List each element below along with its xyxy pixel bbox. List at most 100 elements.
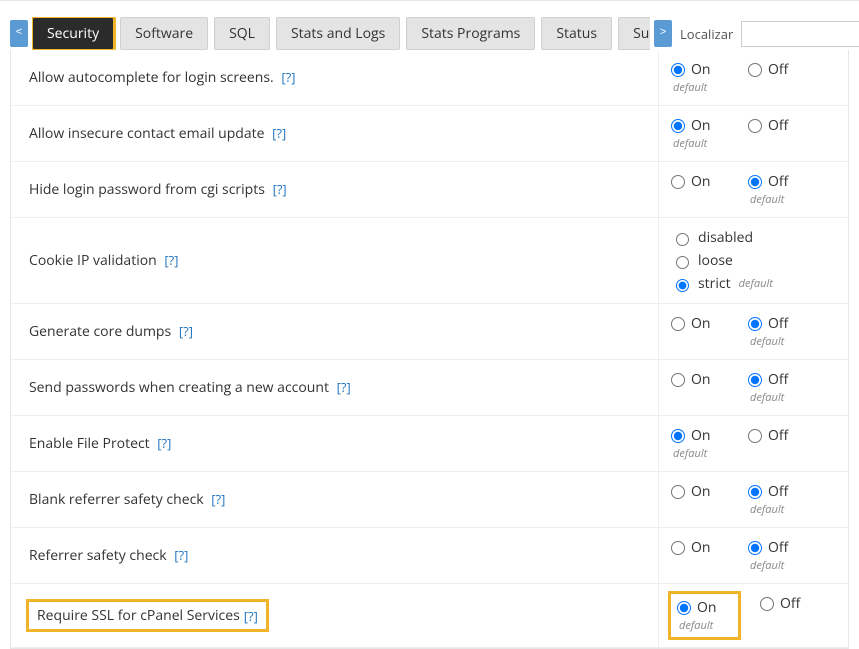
row1-off-radio[interactable]	[748, 119, 762, 133]
row2-off-option[interactable]: Off	[748, 172, 788, 191]
setting-row: Generate core dumps [?] On Offdefault	[11, 304, 848, 360]
row2-off-radio[interactable]	[748, 175, 762, 189]
row1-on-option[interactable]: On	[671, 116, 710, 135]
row9-off-label: Off	[780, 594, 800, 613]
row0-off-label: Off	[768, 60, 788, 79]
search-label: Localizar	[680, 25, 733, 43]
setting-label: Allow autocomplete for login screens.	[29, 68, 274, 87]
row4-off-radio[interactable]	[748, 317, 762, 331]
row0-on-radio[interactable]	[671, 63, 685, 77]
setting-label-cell: Hide login password from cgi scripts [?]	[11, 162, 658, 217]
setting-row: Send passwords when creating a new accou…	[11, 360, 848, 416]
help-icon[interactable]: [?]	[281, 68, 295, 86]
help-icon[interactable]: [?]	[337, 378, 351, 396]
row4-off-label: Off	[768, 314, 788, 333]
row3-strict-radio[interactable]	[676, 279, 689, 292]
search-input[interactable]	[741, 21, 859, 47]
row1-off-option[interactable]: Off	[748, 116, 788, 135]
row1-on-radio[interactable]	[671, 119, 685, 133]
setting-label: Cookie IP validation	[29, 251, 157, 270]
row9-off-option[interactable]: Off	[760, 594, 800, 613]
tab-status[interactable]: Status	[541, 17, 612, 50]
tab-sql[interactable]: SQL	[214, 17, 270, 50]
help-icon[interactable]: [?]	[272, 124, 286, 142]
row0-off-radio[interactable]	[748, 63, 762, 77]
help-icon[interactable]: [?]	[174, 546, 188, 564]
tabs-scroll-right[interactable]: >	[654, 20, 672, 47]
row4-on-radio[interactable]	[671, 317, 685, 331]
row9-on-label: On	[697, 598, 716, 617]
help-icon[interactable]: [?]	[273, 180, 287, 198]
row0-on-option[interactable]: On	[671, 60, 710, 79]
row0-on-label: On	[691, 60, 710, 79]
row0-off-option[interactable]: Off	[748, 60, 788, 79]
row5-off-radio[interactable]	[748, 373, 762, 387]
options-cell: OndefaultOff	[658, 50, 848, 105]
row6-on-radio[interactable]	[671, 429, 685, 443]
tabs-row: < SecuritySoftwareSQLStats and LogsStats…	[10, 17, 849, 50]
row5-default-label: default	[750, 390, 784, 405]
row6-off-radio[interactable]	[748, 429, 762, 443]
row4-on-option[interactable]: On	[671, 314, 710, 333]
setting-row: Blank referrer safety check [?]OnOffdefa…	[11, 472, 848, 528]
tab-stats-programs[interactable]: Stats Programs	[406, 17, 535, 50]
row8-on-radio[interactable]	[671, 541, 685, 555]
help-icon[interactable]: [?]	[164, 251, 178, 269]
row5-off-option[interactable]: Off	[748, 370, 788, 389]
row1-off-label: Off	[768, 116, 788, 135]
setting-row: Require SSL for cPanel Services [?]Ondef…	[11, 584, 848, 648]
row4-on-label: On	[691, 314, 710, 333]
row6-off-option[interactable]: Off	[748, 426, 788, 445]
options-cell: On Offdefault	[658, 304, 848, 359]
tab-support[interactable]: Support	[618, 17, 650, 50]
row2-on-radio[interactable]	[671, 175, 685, 189]
row7-on-radio[interactable]	[671, 485, 685, 499]
options-cell: OnOffdefault	[658, 472, 848, 527]
row8-off-radio[interactable]	[748, 541, 762, 555]
setting-label-cell: Generate core dumps [?]	[11, 304, 658, 359]
row3-disabled-label: disabled	[698, 228, 753, 247]
setting-label: Hide login password from cgi scripts	[29, 180, 265, 199]
row7-off-radio[interactable]	[748, 485, 762, 499]
options-cell: OnOffdefault	[658, 162, 848, 217]
row6-off-label: Off	[768, 426, 788, 445]
row4-off-option[interactable]: Off	[748, 314, 788, 333]
options-cell: disabledloosestrictdefault	[658, 218, 848, 303]
row4-default-label: default	[750, 334, 784, 349]
row3-disabled-radio[interactable]	[676, 233, 689, 246]
help-icon[interactable]: [?]	[157, 434, 171, 452]
tab-software[interactable]: Software	[120, 17, 208, 50]
setting-label: Allow insecure contact email update	[29, 124, 264, 143]
row5-on-option[interactable]: On	[671, 370, 710, 389]
row8-on-option[interactable]: On	[671, 538, 710, 557]
tabs-scroll-left[interactable]: <	[10, 20, 28, 47]
row9-on-radio[interactable]	[677, 601, 691, 615]
row7-off-option[interactable]: Off	[748, 482, 788, 501]
tab-stats-and-logs[interactable]: Stats and Logs	[276, 17, 400, 50]
row6-on-option[interactable]: On	[671, 426, 710, 445]
help-icon[interactable]: [?]	[211, 490, 225, 508]
setting-label: Require SSL for cPanel Services	[37, 606, 240, 625]
setting-row: Allow autocomplete for login screens. [?…	[11, 50, 848, 106]
row8-off-option[interactable]: Off	[748, 538, 788, 557]
setting-label: Blank referrer safety check	[29, 490, 204, 509]
setting-row: Cookie IP validation [?]disabledloosestr…	[11, 218, 848, 304]
tabs-strip: SecuritySoftwareSQLStats and LogsStats P…	[32, 17, 650, 50]
help-icon[interactable]: [?]	[179, 322, 193, 340]
row7-on-option[interactable]: On	[671, 482, 710, 501]
setting-label: Referrer safety check	[29, 546, 167, 565]
row5-on-radio[interactable]	[671, 373, 685, 387]
setting-label-cell: Allow autocomplete for login screens. [?…	[11, 50, 658, 105]
tab-security[interactable]: Security	[32, 17, 114, 50]
row9-off-radio[interactable]	[760, 597, 774, 611]
row5-on-label: On	[691, 370, 710, 389]
setting-label: Generate core dumps	[29, 322, 171, 341]
row9-on-option[interactable]: On	[677, 598, 716, 617]
search-wrap: Localizar	[680, 21, 859, 47]
row8-on-label: On	[691, 538, 710, 557]
row2-on-option[interactable]: On	[671, 172, 710, 191]
help-icon[interactable]: [?]	[244, 607, 258, 625]
row3-default-label: default	[739, 276, 773, 291]
row3-loose-radio[interactable]	[676, 256, 689, 269]
row3-loose-label: loose	[698, 251, 733, 270]
